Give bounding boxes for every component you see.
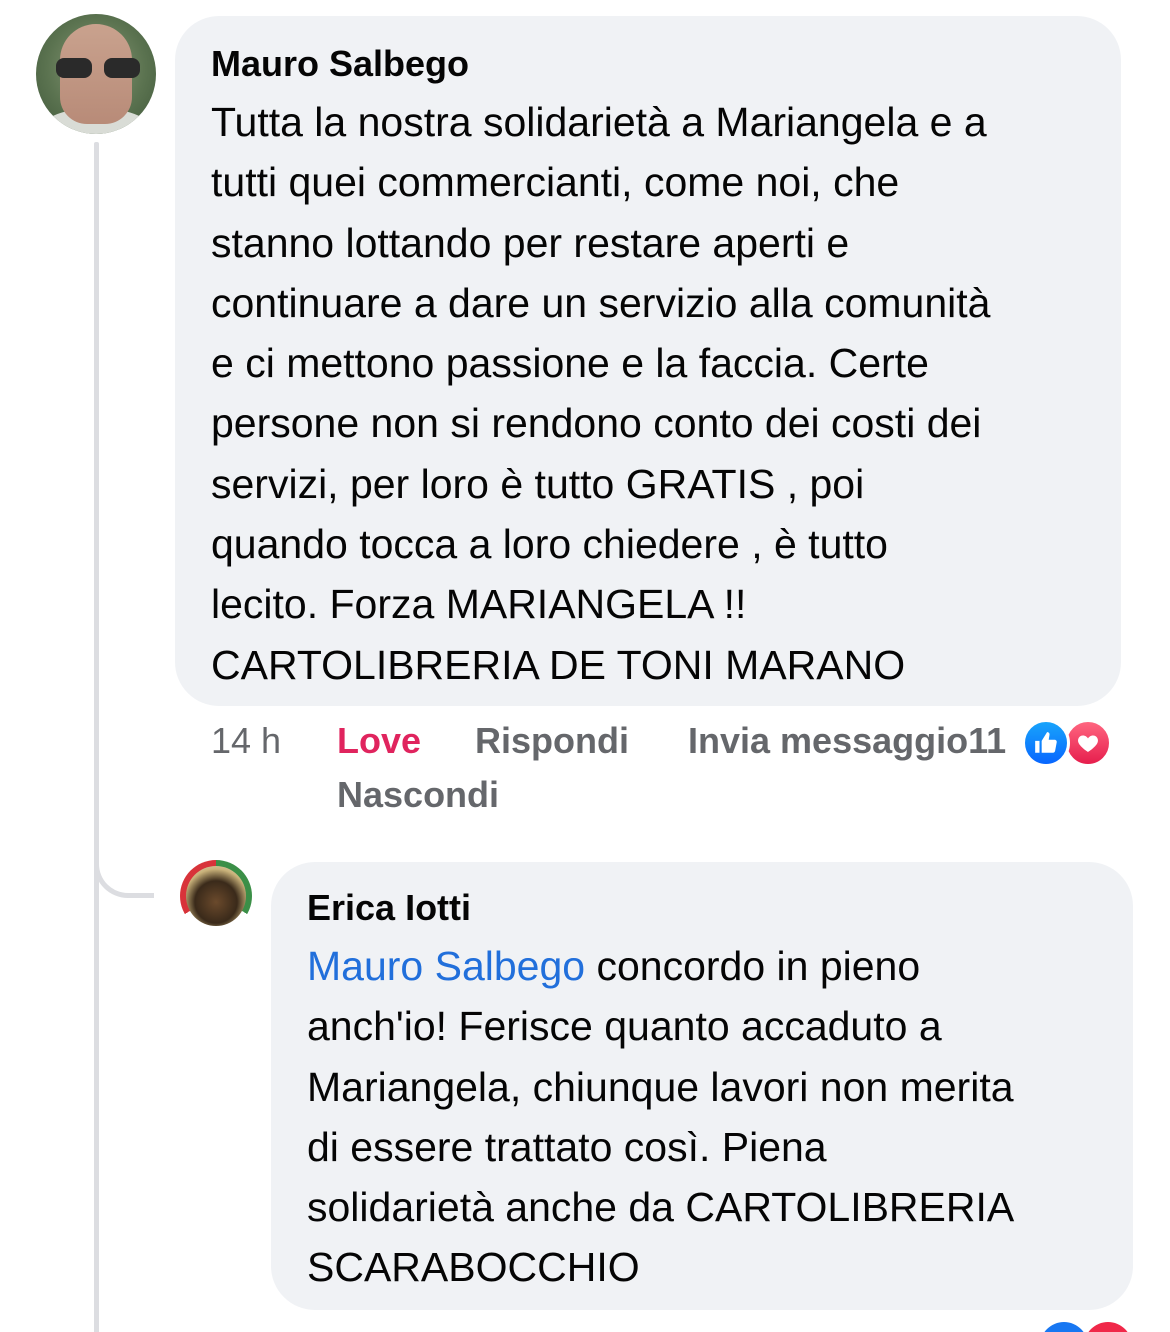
reply-body: concordo in pieno anch'io! Ferisce quant… [307,943,1015,1291]
comment-author[interactable]: Mauro Salbego [211,42,1085,86]
love-reaction-button[interactable]: Love [337,720,421,762]
avatar-photo [186,866,246,926]
reaction-summary[interactable] [1022,719,1122,769]
mention-link[interactable]: Mauro Salbego [307,943,585,989]
reply-reaction-summary[interactable] [1040,1322,1140,1332]
reaction-count[interactable]: 11 [968,720,1006,761]
heart-icon [1084,1322,1132,1332]
avatar[interactable] [36,14,156,134]
avatar[interactable] [180,860,252,932]
thread-connector-line [94,142,99,1332]
avatar-sunglasses [56,58,140,78]
thread-reply-connector [94,840,154,898]
reply-bubble: Erica Iotti Mauro Salbego concordo in pi… [271,862,1133,1310]
comment-bubble: Mauro Salbego Tutta la nostra solidariet… [175,16,1121,706]
hide-button[interactable]: Nascondi [337,774,499,816]
send-message-button[interactable]: Invia messaggio11 [688,720,1006,762]
reply-text: Mauro Salbego concordo in pieno anch'io!… [307,936,1097,1298]
heart-icon [1064,719,1112,767]
send-message-label: Invia messaggio [688,720,969,761]
reply-button[interactable]: Rispondi [475,720,629,762]
comment-timestamp[interactable]: 14 h [211,720,281,762]
like-icon [1040,1322,1088,1332]
thumbs-up-icon [1035,732,1057,753]
heart-shape-icon [1078,735,1098,752]
reply-author[interactable]: Erica Iotti [307,886,1097,930]
like-icon [1022,719,1070,767]
comment-thread: Mauro Salbego Tutta la nostra solidariet… [0,0,1170,1332]
comment-text: Tutta la nostra solidarietà a Mariangela… [211,99,991,688]
comment-actions: 14 h Love Rispondi Invia messaggio11 Nas… [211,719,1151,830]
